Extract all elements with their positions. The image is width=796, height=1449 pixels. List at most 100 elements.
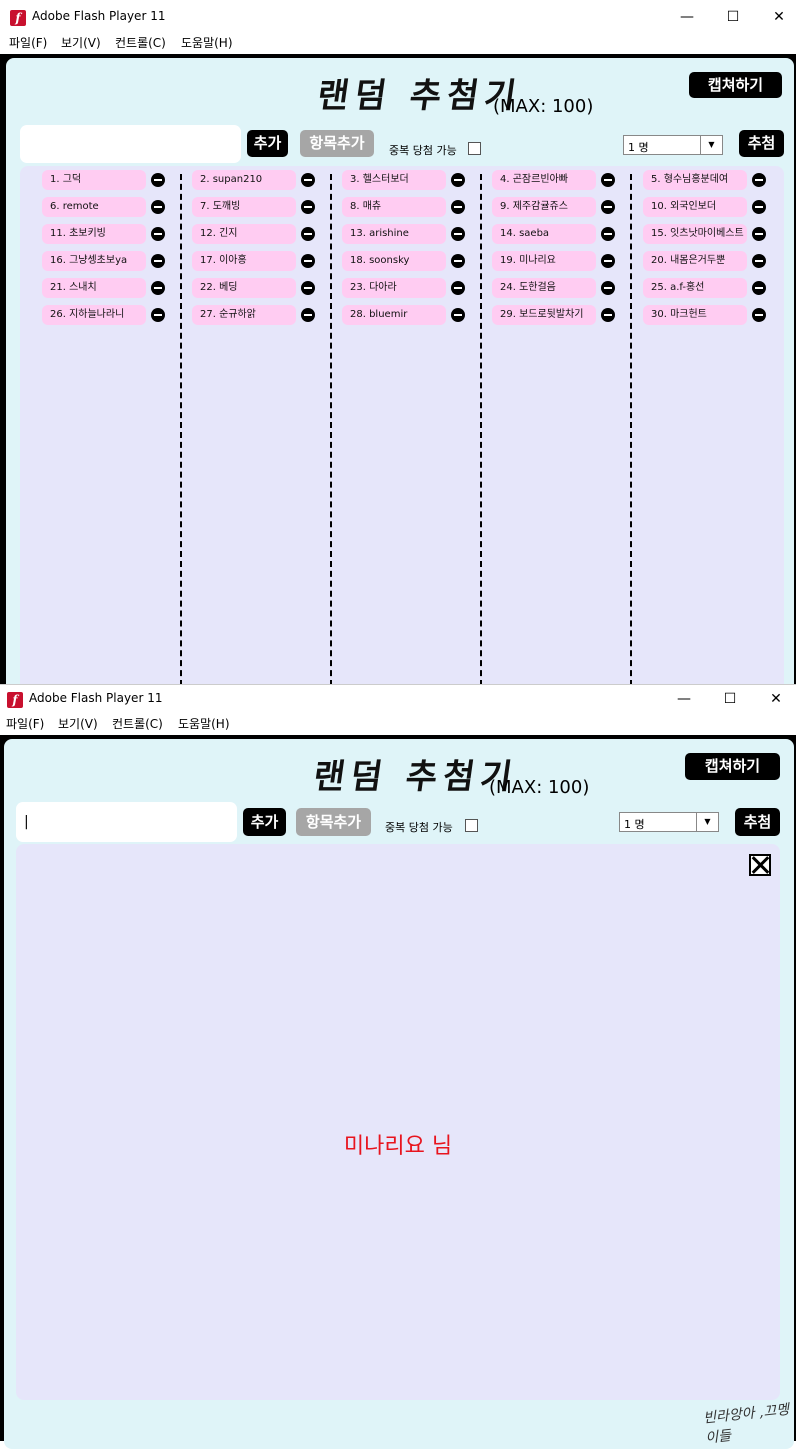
- list-item: 30. 마크헌트: [643, 305, 747, 325]
- name-input[interactable]: [16, 802, 237, 842]
- remove-icon[interactable]: [601, 173, 615, 187]
- app-stage: 랜덤 추첨기 (MAX: 100) 캡쳐하기 추가 항목추가 중복 당첨 가능 …: [4, 739, 794, 1449]
- list-item: 11. 초보키빙: [42, 224, 146, 244]
- chevron-down-icon: ▼: [696, 813, 718, 831]
- menu-help[interactable]: 도움말(H): [178, 715, 230, 733]
- count-select-value: 1 명: [624, 818, 645, 831]
- add-button[interactable]: 추가: [247, 130, 288, 157]
- list-item: 15. 잇츠낫마이베스트: [643, 224, 747, 244]
- capture-button[interactable]: 캡쳐하기: [689, 72, 782, 98]
- maximize-button[interactable]: ☐: [707, 686, 753, 712]
- minimize-button[interactable]: —: [664, 4, 710, 30]
- remove-icon[interactable]: [151, 281, 165, 295]
- duplicate-label: 중복 당첨 가능: [385, 821, 453, 834]
- result-panel: 미나리요 님: [16, 844, 780, 1400]
- menu-bar: 파일(F) 보기(V) 컨트롤(C) 도움말(H): [0, 715, 796, 735]
- remove-icon[interactable]: [301, 200, 315, 214]
- close-result-icon[interactable]: [749, 854, 771, 876]
- close-button[interactable]: ✕: [756, 4, 796, 30]
- column-divider: [480, 174, 482, 686]
- remove-icon[interactable]: [601, 308, 615, 322]
- remove-icon[interactable]: [301, 227, 315, 241]
- add-items-button[interactable]: 항목추가: [296, 808, 371, 836]
- name-input[interactable]: [20, 125, 241, 163]
- remove-icon[interactable]: [752, 308, 766, 322]
- list-item: 19. 미나리요: [492, 251, 596, 271]
- list-item: 17. 이아홍: [192, 251, 296, 271]
- max-label: (MAX: 100): [489, 777, 590, 798]
- draw-button[interactable]: 추첨: [735, 808, 780, 836]
- duplicate-checkbox[interactable]: [465, 819, 478, 832]
- title-bar: f Adobe Flash Player 11 — ☐ ✕: [0, 0, 796, 34]
- count-select[interactable]: 1 명 ▼: [623, 135, 723, 155]
- flash-icon: f: [10, 10, 26, 26]
- list-item: 6. remote: [42, 197, 146, 217]
- list-item: 23. 다아라: [342, 278, 446, 298]
- remove-icon[interactable]: [451, 308, 465, 322]
- remove-icon[interactable]: [451, 200, 465, 214]
- column-divider: [330, 174, 332, 686]
- remove-icon[interactable]: [301, 254, 315, 268]
- remove-icon[interactable]: [752, 227, 766, 241]
- draw-button[interactable]: 추첨: [739, 130, 784, 157]
- max-label: (MAX: 100): [493, 96, 594, 117]
- author-signature: 빈라앙아 ,끄멩이들: [702, 1401, 790, 1447]
- list-item: 8. 매츄: [342, 197, 446, 217]
- list-item: 2. supan210: [192, 170, 296, 190]
- column-divider: [180, 174, 182, 686]
- stage-border: 랜덤 추첨기 (MAX: 100) 캡쳐하기 추가 항목추가 중복 당첨 가능 …: [0, 54, 796, 698]
- remove-icon[interactable]: [752, 200, 766, 214]
- remove-icon[interactable]: [601, 281, 615, 295]
- remove-icon[interactable]: [752, 281, 766, 295]
- remove-icon[interactable]: [601, 200, 615, 214]
- remove-icon[interactable]: [752, 173, 766, 187]
- list-item: 1. 그덕: [42, 170, 146, 190]
- menu-control[interactable]: 컨트롤(C): [112, 715, 163, 733]
- list-item: 29. 보드로뒷발차기: [492, 305, 596, 325]
- list-item: 9. 제주감귤쥬스: [492, 197, 596, 217]
- add-items-button[interactable]: 항목추가: [300, 130, 374, 157]
- chevron-down-icon: ▼: [700, 136, 722, 154]
- remove-icon[interactable]: [151, 308, 165, 322]
- menu-file[interactable]: 파일(F): [6, 715, 44, 733]
- add-button[interactable]: 추가: [243, 808, 286, 836]
- remove-icon[interactable]: [752, 254, 766, 268]
- remove-icon[interactable]: [151, 254, 165, 268]
- stage-border: 랜덤 추첨기 (MAX: 100) 캡쳐하기 추가 항목추가 중복 당첨 가능 …: [0, 735, 796, 1449]
- remove-icon[interactable]: [451, 227, 465, 241]
- duplicate-label: 중복 당첨 가능: [389, 144, 457, 157]
- menu-file[interactable]: 파일(F): [9, 34, 47, 52]
- list-item: 18. soonsky: [342, 251, 446, 271]
- remove-icon[interactable]: [601, 227, 615, 241]
- remove-icon[interactable]: [451, 281, 465, 295]
- capture-button[interactable]: 캡쳐하기: [685, 753, 780, 780]
- flash-player-window-result: f Adobe Flash Player 11 — ☐ ✕ 파일(F) 보기(V…: [0, 684, 796, 1449]
- count-select-value: 1 명: [628, 141, 649, 154]
- list-item: 26. 지하늘나라니: [42, 305, 146, 325]
- list-item: 16. 그냥셍초보ya: [42, 251, 146, 271]
- list-item: 21. 스내치: [42, 278, 146, 298]
- remove-icon[interactable]: [301, 173, 315, 187]
- menu-control[interactable]: 컨트롤(C): [115, 34, 166, 52]
- remove-icon[interactable]: [301, 281, 315, 295]
- menu-view[interactable]: 보기(V): [61, 34, 101, 52]
- menu-help[interactable]: 도움말(H): [181, 34, 233, 52]
- list-item: 14. saeba: [492, 224, 596, 244]
- close-button[interactable]: ✕: [753, 686, 796, 712]
- minimize-button[interactable]: —: [661, 686, 707, 712]
- maximize-button[interactable]: ☐: [710, 4, 756, 30]
- remove-icon[interactable]: [151, 200, 165, 214]
- count-select[interactable]: 1 명 ▼: [619, 812, 719, 832]
- remove-icon[interactable]: [601, 254, 615, 268]
- list-item: 10. 외국인보더: [643, 197, 747, 217]
- remove-icon[interactable]: [451, 173, 465, 187]
- entries-panel: 1. 그덕 2. supan210 3. 헬스터보더 4. 곤잠르빈아빠 5. 형수님홍…: [20, 166, 784, 696]
- remove-icon[interactable]: [151, 173, 165, 187]
- duplicate-checkbox[interactable]: [468, 142, 481, 155]
- remove-icon[interactable]: [151, 227, 165, 241]
- list-item: 12. 긴지: [192, 224, 296, 244]
- remove-icon[interactable]: [301, 308, 315, 322]
- remove-icon[interactable]: [451, 254, 465, 268]
- list-item: 7. 도깨빙: [192, 197, 296, 217]
- menu-view[interactable]: 보기(V): [58, 715, 98, 733]
